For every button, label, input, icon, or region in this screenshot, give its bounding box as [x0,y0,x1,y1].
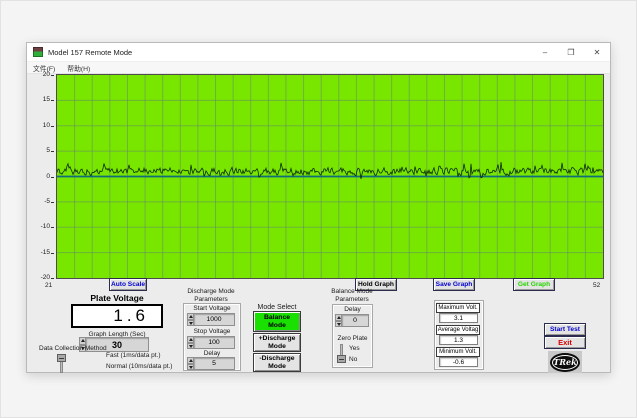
toggle-handle[interactable] [337,355,346,363]
start-test-button[interactable]: Start Test [544,323,586,336]
zero-plate-option-no: No [349,356,357,363]
y-axis-tick-mark [51,253,54,254]
waveform-svg [57,75,603,278]
discharge-delay-value: 5 [194,357,235,370]
close-button[interactable]: ✕ [584,43,610,61]
minus-discharge-mode-button[interactable]: -Discharge Mode [253,353,301,372]
discharge-group-label-2: Parameters [173,296,249,303]
minimum-volt-value: -0.6 [439,357,478,367]
x-axis-start-label: 21 [45,282,52,289]
average-voltage-label: Average Voltag [436,325,480,335]
trek-logo-text: TRek [553,357,576,367]
app-window: Model 157 Remote Mode – ❐ ✕ 文件(F) 帮助(H) … [26,42,611,373]
y-axis-tick-label: 10 [25,122,50,129]
stop-voltage-label: Stop Voltage [183,328,241,335]
zero-plate-toggle[interactable] [337,344,346,363]
slider-handle[interactable] [57,354,66,362]
y-axis-tick-label: 5 [25,147,50,154]
plus-discharge-mode-button[interactable]: +Discharge Mode [253,333,301,352]
discharge-group-label-1: Discharge Mode [173,288,249,295]
mode-select-label: Mode Select [249,304,305,311]
data-collection-option-fast: Fast (1ms/data pt.) [106,352,161,359]
trek-logo-oval: TRek [550,353,580,372]
menu-item-help[interactable]: 帮助(H) [61,63,96,73]
balance-mode-button[interactable]: Balance Mode [253,311,301,332]
minimum-volt-label: Minimum Volt. [436,347,480,357]
data-collection-label: Data Collection Method [39,345,107,352]
maximum-volt-value: 3.1 [439,313,478,323]
y-axis: 20151050-5-10-15-20 [29,74,54,279]
zero-plate-label: Zero Plate [332,335,373,342]
stepper-arrows[interactable] [187,336,194,349]
y-axis-tick-mark [51,202,54,203]
window-title: Model 157 Remote Mode [48,48,132,57]
data-collection-option-normal: Normal (10ms/data pt.) [106,363,172,370]
y-axis-tick-mark [51,100,54,101]
trek-logo: TRek [548,351,582,373]
decrement-icon[interactable] [335,321,342,328]
balance-group-label-1: Balance Mode [324,288,380,295]
balance-group-label-2: Parameters [324,296,380,303]
y-axis-tick-label: 15 [25,96,50,103]
window-controls: – ❐ ✕ [532,43,610,61]
y-axis-tick-mark [51,177,54,178]
decrement-icon[interactable] [187,343,194,350]
menu-bar: 文件(F) 帮助(H) [27,62,610,74]
save-graph-button[interactable]: Save Graph [433,278,475,291]
balance-mode-line2: Mode [268,322,286,330]
app-icon [33,47,43,57]
balance-delay-value: 0 [342,314,369,327]
plate-voltage-title: Plate Voltage [57,293,177,303]
stop-voltage-stepper[interactable]: 100 [187,336,235,349]
average-voltage-value: 1.3 [439,335,478,345]
title-bar: Model 157 Remote Mode – ❐ ✕ [27,43,610,62]
discharge-delay-stepper[interactable]: 5 [187,357,235,370]
y-axis-tick-label: 20 [25,71,50,78]
stepper-arrows[interactable] [335,314,342,327]
get-graph-button[interactable]: Get Graph [513,278,555,291]
start-voltage-stepper[interactable]: 1000 [187,313,235,326]
stop-voltage-value: 100 [194,336,235,349]
balance-delay-stepper[interactable]: 0 [335,314,369,327]
stepper-arrows[interactable] [187,357,194,370]
plate-voltage-display: 1.6 [71,304,163,328]
y-axis-tick-mark [51,75,54,76]
screenshot-background: Model 157 Remote Mode – ❐ ✕ 文件(F) 帮助(H) … [0,0,637,418]
exit-button[interactable]: Exit [544,336,586,349]
maximize-button[interactable]: ❐ [558,43,584,61]
maximum-volt-label: Maximum Volt. [436,303,480,313]
stepper-arrows[interactable] [187,313,194,326]
plus-discharge-line2: Mode [268,343,286,351]
y-axis-tick-label: -5 [25,198,50,205]
y-axis-tick-mark [51,227,54,228]
start-voltage-label: Start Voltage [183,305,241,312]
y-axis-tick-mark [51,126,54,127]
plus-discharge-line1: +Discharge [259,335,296,343]
discharge-delay-label: Delay [183,350,241,357]
minus-discharge-line2: Mode [268,363,286,371]
start-voltage-value: 1000 [194,313,235,326]
decrement-icon[interactable] [187,320,194,327]
y-axis-tick-mark [51,278,54,279]
y-axis-tick-label: 0 [25,173,50,180]
x-axis-end-label: 52 [593,282,600,289]
increment-icon[interactable] [79,337,86,345]
y-axis-tick-mark [51,151,54,152]
data-collection-slider[interactable] [57,354,66,373]
y-axis-tick-label: -15 [25,249,50,256]
minimize-button[interactable]: – [532,43,558,61]
y-axis-tick-label: -10 [25,223,50,230]
decrement-icon[interactable] [187,364,194,371]
auto-scale-button[interactable]: Auto Scale [109,278,147,291]
y-axis-tick-label: -20 [25,274,50,281]
balance-delay-label: Delay [332,306,373,313]
waveform-plot [56,74,604,279]
minus-discharge-line1: -Discharge [259,355,294,363]
balance-mode-line1: Balance [264,314,290,322]
zero-plate-option-yes: Yes [349,345,360,352]
